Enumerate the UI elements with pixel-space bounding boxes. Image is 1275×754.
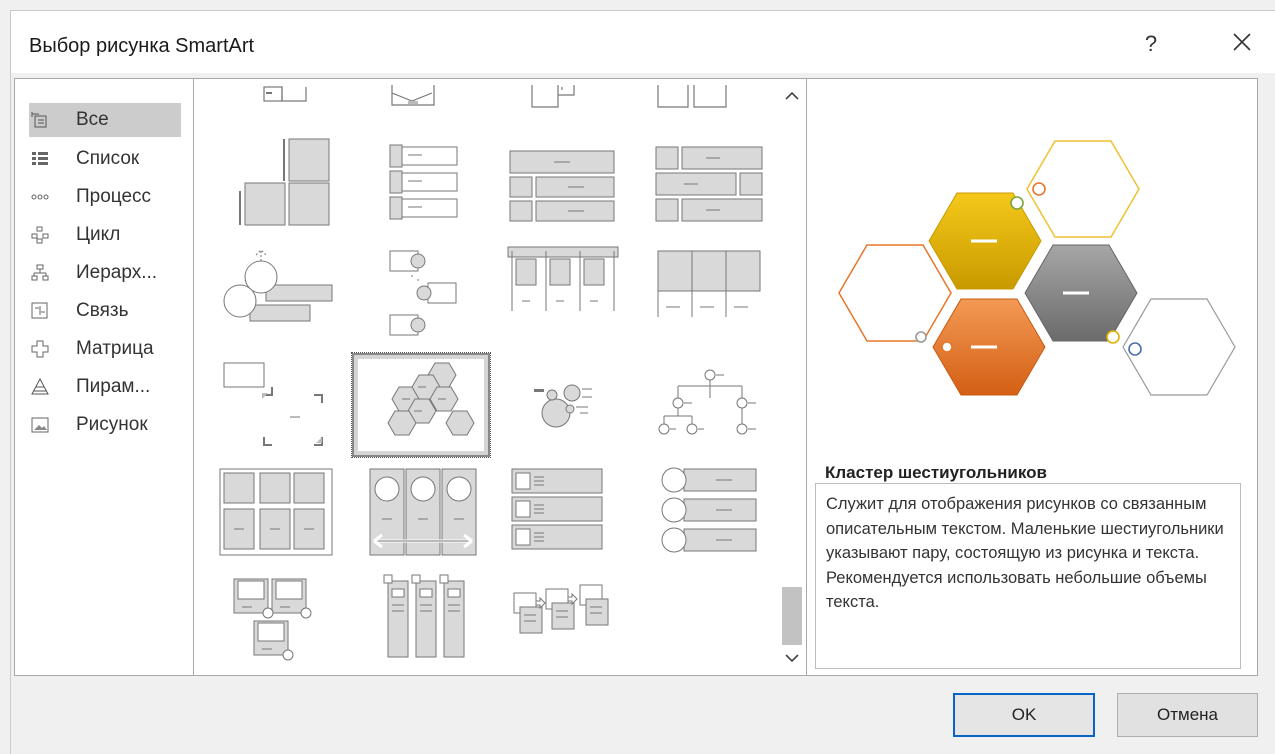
category-label: Цикл xyxy=(76,224,121,245)
layout-thumbnail[interactable] xyxy=(498,355,632,457)
layout-thumbnail[interactable] xyxy=(206,239,340,341)
category-label: Рисунок xyxy=(76,414,148,435)
dialog-title: Выбор рисунка SmartArt xyxy=(29,35,255,57)
category-list: Все Список Процесс Цикл Иерарх... Связь … xyxy=(14,78,194,676)
category-cycle[interactable]: Цикл xyxy=(29,218,181,252)
layout-thumbnail-selected[interactable] xyxy=(351,352,491,458)
layout-thumbnail[interactable] xyxy=(352,131,486,233)
layout-thumbnail[interactable] xyxy=(644,355,778,457)
layout-thumbnail[interactable] xyxy=(206,131,340,233)
category-relationship[interactable]: Связь xyxy=(29,294,181,328)
ok-button[interactable]: OK xyxy=(953,693,1095,737)
scroll-thumb[interactable] xyxy=(782,587,802,645)
process-icon xyxy=(29,187,51,207)
layout-thumbnail[interactable] xyxy=(352,239,486,341)
layout-thumbnail[interactable] xyxy=(352,463,486,565)
category-label: Пирам... xyxy=(76,376,151,397)
category-label: Иерарх... xyxy=(76,262,158,283)
chevron-down-icon xyxy=(785,654,799,663)
hierarchy-icon xyxy=(29,263,51,283)
matrix-icon xyxy=(29,339,51,359)
layout-thumbnail[interactable] xyxy=(352,567,486,669)
cycle-icon xyxy=(29,225,51,245)
scroll-up-button[interactable] xyxy=(778,81,806,109)
close-button[interactable] xyxy=(1229,29,1255,55)
layout-gallery[interactable] xyxy=(194,78,806,676)
category-pyramid[interactable]: Пирам... xyxy=(29,370,181,404)
category-label: Процесс xyxy=(76,186,152,207)
category-label: Список xyxy=(76,148,140,169)
picture-icon xyxy=(29,415,51,435)
title-bar: Выбор рисунка SmartArt ? xyxy=(11,11,1275,73)
list-icon xyxy=(29,149,51,169)
category-label: Связь xyxy=(76,300,129,321)
category-picture[interactable]: Рисунок xyxy=(29,408,181,442)
layout-thumbnail[interactable] xyxy=(498,463,632,565)
close-icon xyxy=(1233,33,1251,51)
layout-thumbnail[interactable] xyxy=(498,131,632,233)
cancel-button[interactable]: Отмена xyxy=(1117,693,1258,737)
category-hierarchy[interactable]: Иерарх... xyxy=(29,256,181,290)
pyramid-icon xyxy=(29,377,51,397)
all-icon xyxy=(29,110,51,130)
help-button[interactable]: ? xyxy=(1139,31,1163,57)
category-process[interactable]: Процесс xyxy=(29,180,181,214)
category-label: Все xyxy=(76,109,109,130)
layout-thumbnail[interactable] xyxy=(206,463,340,565)
hexagon-cluster-preview xyxy=(838,140,1236,396)
layout-thumbnail[interactable] xyxy=(206,567,340,669)
layout-thumbnail[interactable] xyxy=(644,131,778,233)
layout-thumbnail[interactable] xyxy=(644,463,778,565)
preview-panel: Кластер шестиугольников Служит для отобр… xyxy=(806,78,1258,676)
layout-thumbnail[interactable] xyxy=(498,567,632,669)
layout-thumbnail[interactable] xyxy=(644,239,778,341)
gallery-scrollbar[interactable] xyxy=(778,79,806,675)
category-all[interactable]: Все xyxy=(29,103,181,137)
scroll-down-button[interactable] xyxy=(778,645,806,673)
chevron-up-icon xyxy=(785,91,799,100)
category-matrix[interactable]: Матрица xyxy=(29,332,181,366)
category-label: Матрица xyxy=(76,338,154,359)
layout-thumbnail[interactable] xyxy=(498,239,632,341)
category-list-item[interactable]: Список xyxy=(29,142,181,176)
relationship-icon xyxy=(29,301,51,321)
preview-title: Кластер шестиугольников xyxy=(825,463,1047,482)
layout-thumbnail[interactable] xyxy=(206,355,340,457)
preview-description: Служит для отображения рисунков со связа… xyxy=(815,483,1241,669)
